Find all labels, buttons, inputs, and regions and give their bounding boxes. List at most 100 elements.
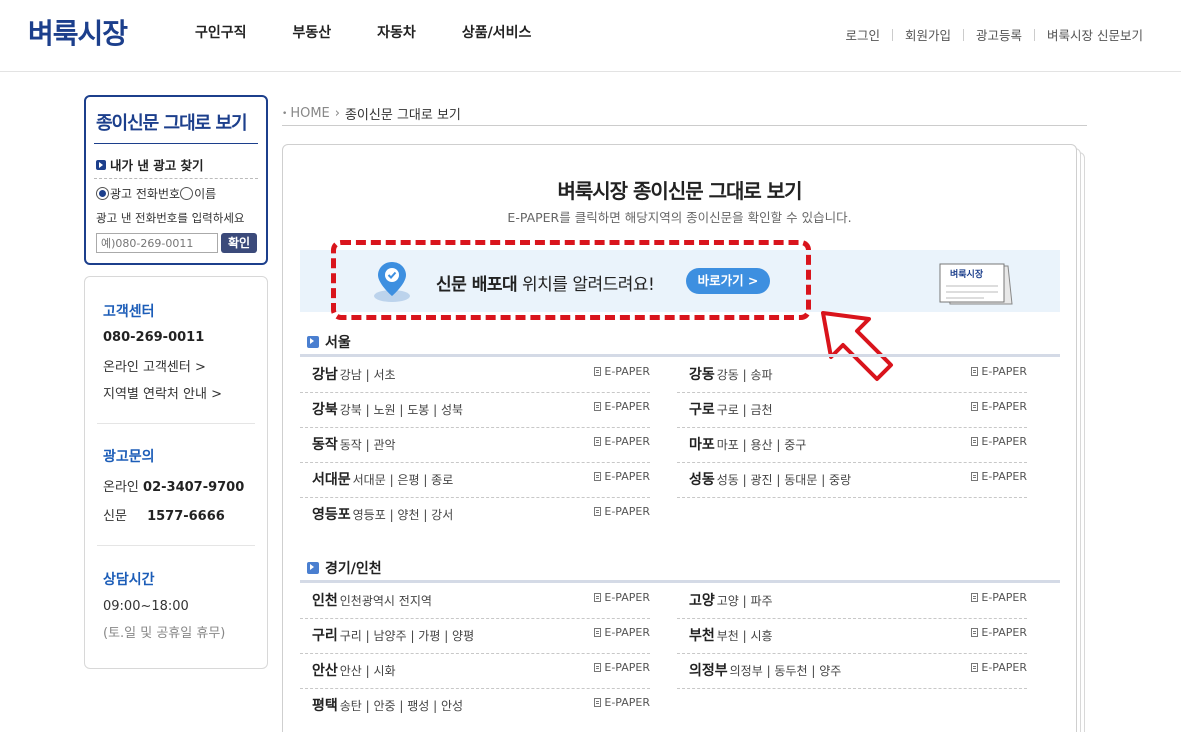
nav-goods[interactable]: 상품/서비스 — [462, 22, 532, 42]
breadcrumb-home[interactable]: HOME — [290, 106, 329, 121]
region-desc: 서대문 | 은평 | 종로 — [352, 473, 454, 487]
customer-center-box: 고객센터 080-269-0011 온라인 고객센터 > 지역별 연락처 안내 … — [84, 276, 268, 669]
cs-regional-link[interactable]: 지역별 연락처 안내 > — [103, 383, 222, 402]
epaper-link[interactable]: E-PAPER — [971, 365, 1027, 378]
hours-title: 상담시간 — [103, 572, 155, 588]
search-type-radios: 광고 전화번호 이름 — [96, 185, 216, 202]
region-desc: 의정부 | 동두천 | 양주 — [729, 664, 842, 678]
region-name: 부천 — [689, 628, 715, 644]
epaper-link[interactable]: E-PAPER — [594, 505, 650, 518]
region-item-pyeongtaek[interactable]: 평택 송탄 | 안중 | 팽성 | 안성 E-PAPER — [300, 689, 650, 724]
document-icon — [594, 367, 602, 376]
region-name: 서대문 — [312, 472, 351, 488]
nav-cars[interactable]: 자동차 — [377, 22, 416, 42]
cs-online-link[interactable]: 온라인 고객센터 > — [103, 356, 206, 375]
region-name: 의정부 — [689, 663, 728, 679]
epaper-link[interactable]: E-PAPER — [594, 470, 650, 483]
radio-phone[interactable] — [96, 187, 109, 200]
radio-name-label[interactable]: 이름 — [194, 185, 216, 202]
region-name: 성동 — [689, 472, 715, 488]
region-item-ansan[interactable]: 안산 안산 | 시화 E-PAPER — [300, 654, 650, 689]
epaper-label: E-PAPER — [604, 470, 650, 483]
region-desc: 구리 | 남양주 | 가평 | 양평 — [339, 629, 475, 643]
nav-jobs[interactable]: 구인구직 — [195, 22, 247, 42]
document-icon — [594, 402, 602, 411]
login-link[interactable]: 로그인 — [845, 25, 880, 44]
document-icon — [594, 593, 602, 602]
epaper-label: E-PAPER — [604, 696, 650, 709]
document-icon — [594, 698, 602, 707]
document-icon — [971, 437, 979, 446]
region-item-mapo[interactable]: 마포 마포 | 용산 | 중구 E-PAPER — [677, 428, 1027, 463]
cs-phone: 080-269-0011 — [103, 330, 205, 345]
region-desc: 강북 | 노원 | 도봉 | 성북 — [339, 403, 464, 417]
epaper-link[interactable]: E-PAPER — [971, 661, 1027, 674]
document-icon — [594, 472, 602, 481]
document-icon — [594, 663, 602, 672]
phone-input[interactable] — [96, 233, 218, 253]
region-item-goyang[interactable]: 고양 고양 | 파주 E-PAPER — [677, 584, 1027, 619]
view-paper-link[interactable]: 벼룩시장 신문보기 — [1047, 25, 1143, 44]
epaper-link[interactable]: E-PAPER — [594, 661, 650, 674]
region-desc: 동작 | 관악 — [339, 438, 396, 452]
site-logo[interactable]: 벼룩시장 — [28, 12, 128, 52]
divider — [891, 28, 893, 41]
epaper-link[interactable]: E-PAPER — [971, 400, 1027, 413]
epaper-label: E-PAPER — [981, 365, 1027, 378]
region-item-uijeongbu[interactable]: 의정부 의정부 | 동두천 | 양주 E-PAPER — [677, 654, 1027, 689]
region-name: 구리 — [312, 628, 338, 644]
highlight-frame — [331, 240, 811, 320]
nav-realestate[interactable]: 부동산 — [293, 22, 332, 42]
ad-paper-phone: 1577-6666 — [147, 509, 225, 524]
document-icon — [971, 402, 979, 411]
region-desc: 마포 | 용산 | 중구 — [716, 438, 807, 452]
radio-name[interactable] — [180, 187, 194, 200]
epaper-label: E-PAPER — [981, 400, 1027, 413]
document-icon — [971, 628, 979, 637]
ad-online-phone: 02-3407-9700 — [143, 480, 245, 495]
section-heading-gyeonggi: 경기/인천 — [307, 558, 382, 578]
epaper-link[interactable]: E-PAPER — [971, 470, 1027, 483]
epaper-link[interactable]: E-PAPER — [971, 626, 1027, 639]
divider — [97, 545, 255, 546]
epaper-link[interactable]: E-PAPER — [594, 400, 650, 413]
region-name: 동작 — [312, 437, 338, 453]
region-item-guri[interactable]: 구리 구리 | 남양주 | 가평 | 양평 E-PAPER — [300, 619, 650, 654]
epaper-label: E-PAPER — [981, 591, 1027, 604]
signup-link[interactable]: 회원가입 — [905, 25, 951, 44]
section-heading-seoul: 서울 — [307, 332, 351, 352]
epaper-link[interactable]: E-PAPER — [971, 435, 1027, 448]
region-item-dongjak[interactable]: 동작 동작 | 관악 E-PAPER — [300, 428, 650, 463]
confirm-button[interactable]: 확인 — [221, 233, 257, 253]
region-name: 고양 — [689, 593, 715, 609]
region-desc: 구로 | 금천 — [716, 403, 773, 417]
paper-box-title: 종이신문 그대로 보기 — [96, 113, 248, 134]
epaper-link[interactable]: E-PAPER — [594, 626, 650, 639]
document-icon — [594, 507, 602, 516]
region-item-gangnam[interactable]: 강남 강남 | 서초 E-PAPER — [300, 358, 650, 393]
region-item-seodaemun[interactable]: 서대문 서대문 | 은평 | 종로 E-PAPER — [300, 463, 650, 498]
section-title: 경기/인천 — [325, 561, 382, 577]
region-item-incheon[interactable]: 인천 인천광역시 전지역 E-PAPER — [300, 584, 650, 619]
region-item-yeongdeungpo[interactable]: 영등포 영등포 | 양천 | 강서 E-PAPER — [300, 498, 650, 533]
radio-phone-label[interactable]: 광고 전화번호 — [110, 185, 180, 202]
region-item-bucheon[interactable]: 부천 부천 | 시흥 E-PAPER — [677, 619, 1027, 654]
post-ad-link[interactable]: 광고등록 — [976, 25, 1022, 44]
epaper-label: E-PAPER — [604, 435, 650, 448]
region-item-seongdong[interactable]: 성동 성동 | 광진 | 동대문 | 중랑 E-PAPER — [677, 463, 1027, 498]
epaper-link[interactable]: E-PAPER — [594, 591, 650, 604]
region-desc: 강동 | 송파 — [716, 368, 773, 382]
epaper-link[interactable]: E-PAPER — [971, 591, 1027, 604]
epaper-link[interactable]: E-PAPER — [594, 696, 650, 709]
document-icon — [594, 437, 602, 446]
region-item-gangdong[interactable]: 강동 강동 | 송파 E-PAPER — [677, 358, 1027, 393]
site-header: 벼룩시장 구인구직 부동산 자동차 상품/서비스 로그인 회원가입 광고등록 벼… — [0, 0, 1181, 72]
epaper-label: E-PAPER — [981, 626, 1027, 639]
epaper-label: E-PAPER — [604, 505, 650, 518]
region-item-guro[interactable]: 구로 구로 | 금천 E-PAPER — [677, 393, 1027, 428]
epaper-link[interactable]: E-PAPER — [594, 435, 650, 448]
epaper-link[interactable]: E-PAPER — [594, 365, 650, 378]
section-divider — [300, 354, 1060, 357]
region-item-gangbuk[interactable]: 강북 강북 | 노원 | 도봉 | 성북 E-PAPER — [300, 393, 650, 428]
epaper-label: E-PAPER — [981, 661, 1027, 674]
